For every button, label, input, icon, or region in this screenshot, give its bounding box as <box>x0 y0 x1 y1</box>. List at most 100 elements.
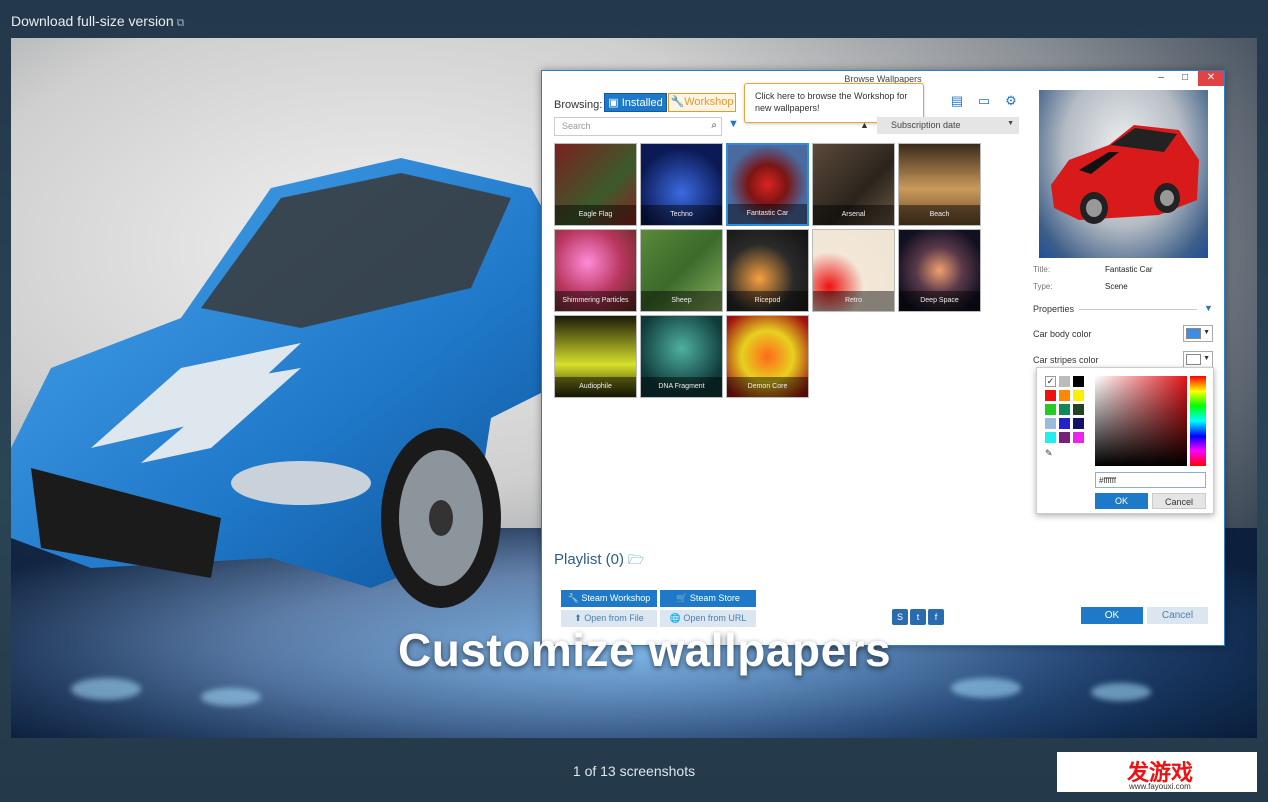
search-icon[interactable]: ⌕ <box>711 120 717 131</box>
wallpaper-label: Eagle Flag <box>555 205 636 225</box>
steam-store-button[interactable]: 🛒 Steam Store <box>660 590 756 607</box>
light-spot <box>1091 683 1151 701</box>
title-label: Title: <box>1033 265 1051 274</box>
picker-cancel-button[interactable]: Cancel <box>1152 493 1206 509</box>
hue-slider[interactable] <box>1190 376 1206 466</box>
ok-button[interactable]: OK <box>1081 607 1143 624</box>
sort-select[interactable]: Subscription date ▼ <box>877 117 1019 134</box>
light-spot <box>951 678 1021 698</box>
workshop-tab[interactable]: 🔧Workshop <box>668 93 736 112</box>
save-icon: ▣ <box>608 97 619 109</box>
wrench-icon: 🔧 <box>670 96 685 108</box>
color-chip <box>1186 328 1201 339</box>
palette-swatch[interactable] <box>1045 390 1056 401</box>
palette-swatch[interactable] <box>1073 404 1084 415</box>
palette-swatch[interactable] <box>1073 390 1084 401</box>
playlist-label: Playlist (0) <box>554 551 625 568</box>
twitter-icon[interactable]: t <box>910 609 926 625</box>
palette-swatch[interactable] <box>1059 432 1070 443</box>
eyedropper-icon[interactable]: ✎ <box>1045 448 1056 459</box>
wallpaper-label: Sheep <box>641 291 722 311</box>
wallpaper-label: Demon Core <box>727 377 808 397</box>
cancel-button[interactable]: Cancel <box>1147 607 1208 624</box>
properties-heading: Properties <box>1033 304 1075 314</box>
download-label: Download full-size version <box>11 13 174 29</box>
chevron-down-icon: ▼ <box>1203 355 1210 362</box>
palette-swatch[interactable] <box>1059 390 1070 401</box>
folder-open-icon[interactable]: 🗁 <box>628 552 644 567</box>
wallpaper-tile[interactable]: Deep Space <box>898 229 981 312</box>
palette-swatch[interactable] <box>1059 376 1070 387</box>
external-link-icon: ⧉ <box>176 17 185 29</box>
sort-value: Subscription date <box>891 120 961 130</box>
wallpaper-tile-selected[interactable]: Fantastic Car <box>726 143 809 226</box>
car-stripes-color-swatch[interactable]: ▼ <box>1183 351 1213 368</box>
car-body-color-swatch[interactable]: ▼ <box>1183 325 1213 342</box>
close-icon[interactable]: ✕ <box>1198 71 1224 86</box>
hex-input[interactable]: #ffffff <box>1095 472 1206 488</box>
watermark-logo: 发游戏 www.fayouxi.com <box>1057 752 1257 792</box>
open-file-label: Open from File <box>584 613 644 623</box>
workshop-label: Workshop <box>684 96 734 108</box>
picker-ok-button[interactable]: OK <box>1095 493 1148 509</box>
gear-icon[interactable]: ⚙ <box>1002 93 1020 109</box>
file-icon[interactable]: ▤ <box>948 93 966 109</box>
steam-icon[interactable]: S <box>892 609 908 625</box>
palette-swatch[interactable] <box>1073 432 1084 443</box>
monitor-icon[interactable]: ▭ <box>975 93 993 109</box>
blue-car-illustration <box>11 158 571 608</box>
maximize-icon[interactable]: □ <box>1174 71 1196 86</box>
palette-swatch[interactable] <box>1045 432 1056 443</box>
sort-direction-icon[interactable]: ▲ <box>860 120 869 130</box>
palette-swatch[interactable] <box>1073 418 1084 429</box>
palette-swatch[interactable] <box>1073 376 1084 387</box>
browse-wallpapers-window: Browse Wallpapers – □ ✕ Browsing: ▣ Inst… <box>541 70 1225 646</box>
type-label: Type: <box>1033 282 1053 291</box>
search-placeholder: Search <box>562 121 591 131</box>
installed-label: Installed <box>621 97 663 109</box>
wallpaper-label: Retro <box>813 291 894 311</box>
wallpaper-tile[interactable]: Demon Core <box>726 315 809 398</box>
steam-store-label: Steam Store <box>689 593 740 603</box>
saturation-value-area[interactable] <box>1095 376 1187 466</box>
tagline: Customize wallpapers <box>398 624 892 676</box>
palette-white-selected[interactable]: ✓ <box>1045 376 1056 387</box>
wallpaper-tile[interactable]: Arsenal <box>812 143 895 226</box>
wallpaper-tile[interactable]: Retro <box>812 229 895 312</box>
installed-tab[interactable]: ▣ Installed <box>604 93 667 112</box>
palette-swatch[interactable] <box>1059 404 1070 415</box>
wallpaper-tile[interactable]: DNA Fragment <box>640 315 723 398</box>
palette-swatch[interactable] <box>1059 418 1070 429</box>
download-full-size-link[interactable]: Download full-size version ⧉ <box>11 13 185 30</box>
chevron-down-icon: ▼ <box>1203 329 1210 336</box>
light-spot <box>201 688 261 706</box>
title-value: Fantastic Car <box>1105 265 1153 274</box>
palette-swatch[interactable] <box>1045 418 1056 429</box>
wallpaper-tile[interactable]: Ricepod <box>726 229 809 312</box>
steam-workshop-button[interactable]: 🔧 Steam Workshop <box>561 590 657 607</box>
wallpaper-tile[interactable]: Sheep <box>640 229 723 312</box>
car-stripes-color-label: Car stripes color <box>1033 355 1099 365</box>
facebook-icon[interactable]: f <box>928 609 944 625</box>
wallpaper-label: Ricepod <box>727 291 808 311</box>
palette-swatch[interactable] <box>1045 404 1056 415</box>
wallpaper-label: Deep Space <box>899 291 980 311</box>
wallpaper-tile[interactable]: Eagle Flag <box>554 143 637 226</box>
wallpaper-tile[interactable]: Audiophile <box>554 315 637 398</box>
wallpaper-tile[interactable]: Techno <box>640 143 723 226</box>
wallpaper-label: DNA Fragment <box>641 377 722 397</box>
wallpaper-tile[interactable]: Shimmering Particles <box>554 229 637 312</box>
watermark-url: www.fayouxi.com <box>1129 782 1191 791</box>
browsing-label: Browsing: <box>554 99 603 111</box>
wallpaper-label: Techno <box>641 205 722 225</box>
wallpaper-label: Beach <box>899 205 980 225</box>
wallpaper-label: Arsenal <box>813 205 894 225</box>
minimize-icon[interactable]: – <box>1150 71 1172 86</box>
filter-icon[interactable]: ▼ <box>728 118 739 130</box>
color-picker-popup: ✓ ✎ #ffffff OK Cancel <box>1036 367 1214 514</box>
screenshot-image[interactable]: Browse Wallpapers – □ ✕ Browsing: ▣ Inst… <box>11 38 1257 738</box>
wallpaper-tile[interactable]: Beach <box>898 143 981 226</box>
collapse-properties-icon[interactable]: ▼ <box>1204 303 1213 313</box>
search-input[interactable]: Search ⌕ <box>554 117 722 136</box>
playlist-heading: Playlist (0) 🗁 <box>554 551 644 573</box>
